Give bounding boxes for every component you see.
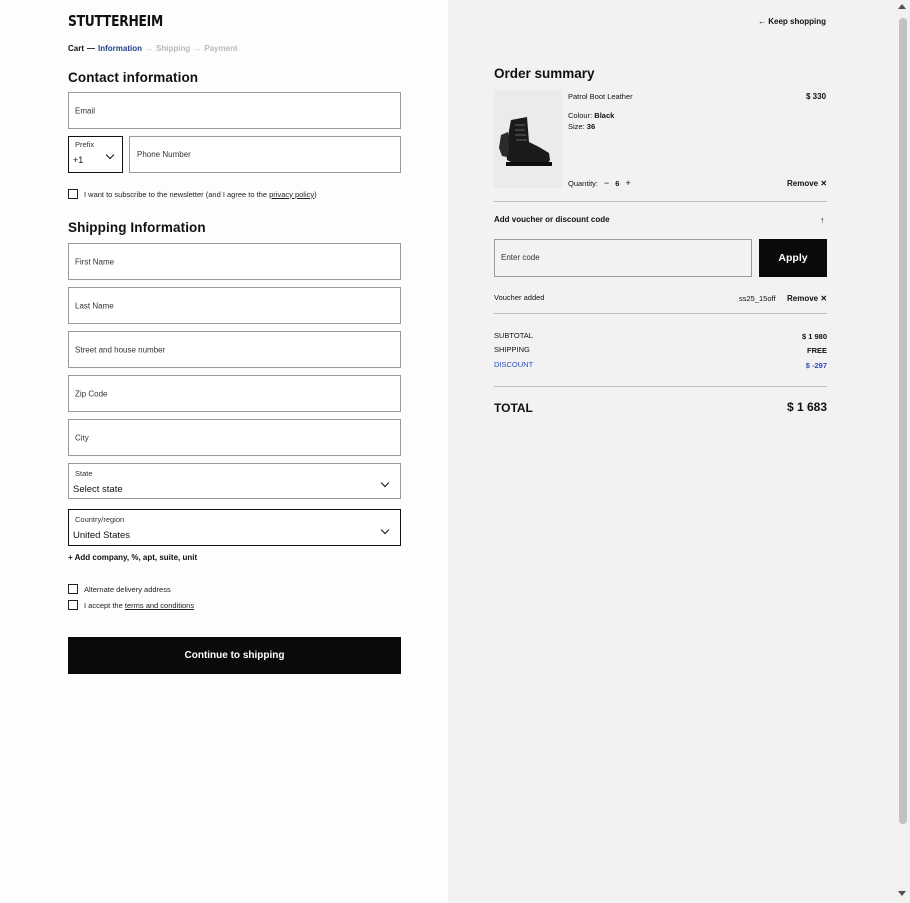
newsletter-text: I want to subscribe to the newsletter (a… [84, 189, 268, 199]
city-field[interactable]: City [68, 419, 401, 456]
quantity-value: 6 [615, 178, 620, 188]
order-summary-title: Order summary [494, 66, 595, 81]
breadcrumb-payment: Payment [204, 44, 238, 53]
apply-button[interactable]: Apply [759, 239, 827, 277]
contact-information-heading: Contact information [68, 70, 199, 85]
boot-icon [499, 117, 552, 166]
breadcrumb-separator: → [193, 44, 202, 53]
breadcrumb-separator: — [87, 44, 96, 53]
colour-label: Colour: [568, 111, 593, 120]
breadcrumb-shipping: Shipping [156, 44, 191, 53]
scroll-down-arrow-icon[interactable] [898, 891, 906, 896]
keep-shopping-link[interactable]: ← Keep shopping [758, 17, 826, 26]
phone-placeholder: Phone Number [137, 150, 191, 159]
scroll-up-arrow-icon[interactable] [898, 4, 906, 9]
country-select[interactable]: Country/region United States [68, 509, 401, 546]
colour-value: Black [594, 111, 615, 120]
divider [494, 313, 827, 314]
size-label: Size: [568, 122, 585, 131]
terms-link[interactable]: terms and conditions [125, 601, 194, 610]
chevron-down-icon [105, 150, 115, 160]
divider [494, 386, 827, 387]
breadcrumb-information: Information [98, 44, 143, 53]
last-name-placeholder: Last Name [75, 301, 114, 310]
prefix-label: Prefix [75, 140, 95, 149]
state-select[interactable]: State Select state [68, 463, 401, 499]
code-placeholder: Enter code [501, 253, 540, 262]
voucher-code: ss25_15off [739, 294, 776, 303]
chevron-down-icon [380, 478, 390, 488]
divider [494, 201, 827, 202]
product-size: Size: 36 [568, 122, 595, 131]
terms-checkbox[interactable] [68, 600, 78, 610]
terms-prefix: I accept the [84, 600, 123, 610]
prefix-value: +1 [73, 155, 84, 165]
quantity-label: Quantity: [568, 178, 599, 188]
product-image [494, 90, 562, 188]
discount-value: $ -297 [805, 361, 827, 370]
newsletter-checkbox[interactable] [68, 189, 78, 199]
breadcrumb-cart[interactable]: Cart [68, 44, 84, 53]
street-placeholder: Street and house number [75, 345, 166, 354]
total-value: $ 1 683 [786, 400, 827, 414]
phone-number-field[interactable]: Phone Number [129, 136, 401, 173]
terms-row: I accept the terms and conditions [68, 600, 194, 610]
newsletter-row: I want to subscribe to the newsletter (a… [68, 189, 317, 199]
remove-voucher-button[interactable]: Remove ✕ [787, 294, 827, 303]
email-placeholder: Email [75, 106, 96, 115]
street-field[interactable]: Street and house number [68, 331, 401, 368]
product-colour: Colour: Black [568, 111, 614, 120]
scrollbar-thumb[interactable] [899, 18, 907, 824]
alternate-delivery-row: Alternate delivery address [68, 584, 171, 594]
city-placeholder: City [75, 433, 89, 442]
state-value: Select state [73, 484, 123, 495]
breadcrumb: Cart — Information → Shipping → Payment [68, 44, 238, 53]
breadcrumb-separator: → [145, 44, 154, 53]
voucher-heading[interactable]: Add voucher or discount code [494, 215, 610, 224]
discount-code-input[interactable]: Enter code [494, 239, 752, 277]
quantity-stepper: Quantity: − 6 + [568, 178, 637, 188]
first-name-field[interactable]: First Name [68, 243, 401, 280]
shipping-information-heading: Shipping Information [68, 220, 206, 235]
add-company-link[interactable]: + Add company, %, apt, suite, unit [68, 553, 197, 562]
chevron-down-icon [380, 525, 390, 535]
state-label: State [75, 469, 93, 478]
quantity-plus-button[interactable]: + [625, 178, 630, 188]
product-price: $ 330 [806, 92, 827, 101]
phone-prefix-select[interactable]: Prefix +1 [68, 136, 123, 173]
total-label: TOTAL [494, 401, 533, 415]
discount-label: DISCOUNT [494, 360, 534, 369]
last-name-field[interactable]: Last Name [68, 287, 401, 324]
remove-product-button[interactable]: Remove ✕ [787, 179, 827, 188]
product-name[interactable]: Patrol Boot Leather [568, 92, 633, 101]
subtotal-value: $ 1 980 [801, 332, 827, 341]
zip-placeholder: Zip Code [75, 389, 108, 398]
alternate-delivery-checkbox[interactable] [68, 584, 78, 594]
country-value: United States [73, 530, 131, 541]
arrow-up-icon[interactable]: ↑ [820, 215, 825, 225]
zip-code-field[interactable]: Zip Code [68, 375, 401, 412]
brand-logo[interactable]: STUTTERHEIM [68, 12, 163, 30]
alternate-delivery-label: Alternate delivery address [84, 584, 171, 594]
quantity-minus-button[interactable]: − [604, 178, 609, 188]
shipping-value: FREE [806, 346, 827, 355]
size-value: 36 [586, 122, 596, 131]
continue-to-shipping-button[interactable]: Continue to shipping [68, 637, 401, 674]
voucher-added-label: Voucher added [494, 293, 545, 302]
country-label: Country/region [75, 515, 125, 524]
privacy-policy-link[interactable]: privacy policy [269, 190, 314, 199]
newsletter-text-end: ) [314, 189, 317, 199]
first-name-placeholder: First Name [75, 257, 115, 266]
subtotal-label: SUBTOTAL [494, 331, 533, 340]
shipping-label: SHIPPING [494, 345, 530, 354]
email-field[interactable]: Email [68, 92, 401, 129]
